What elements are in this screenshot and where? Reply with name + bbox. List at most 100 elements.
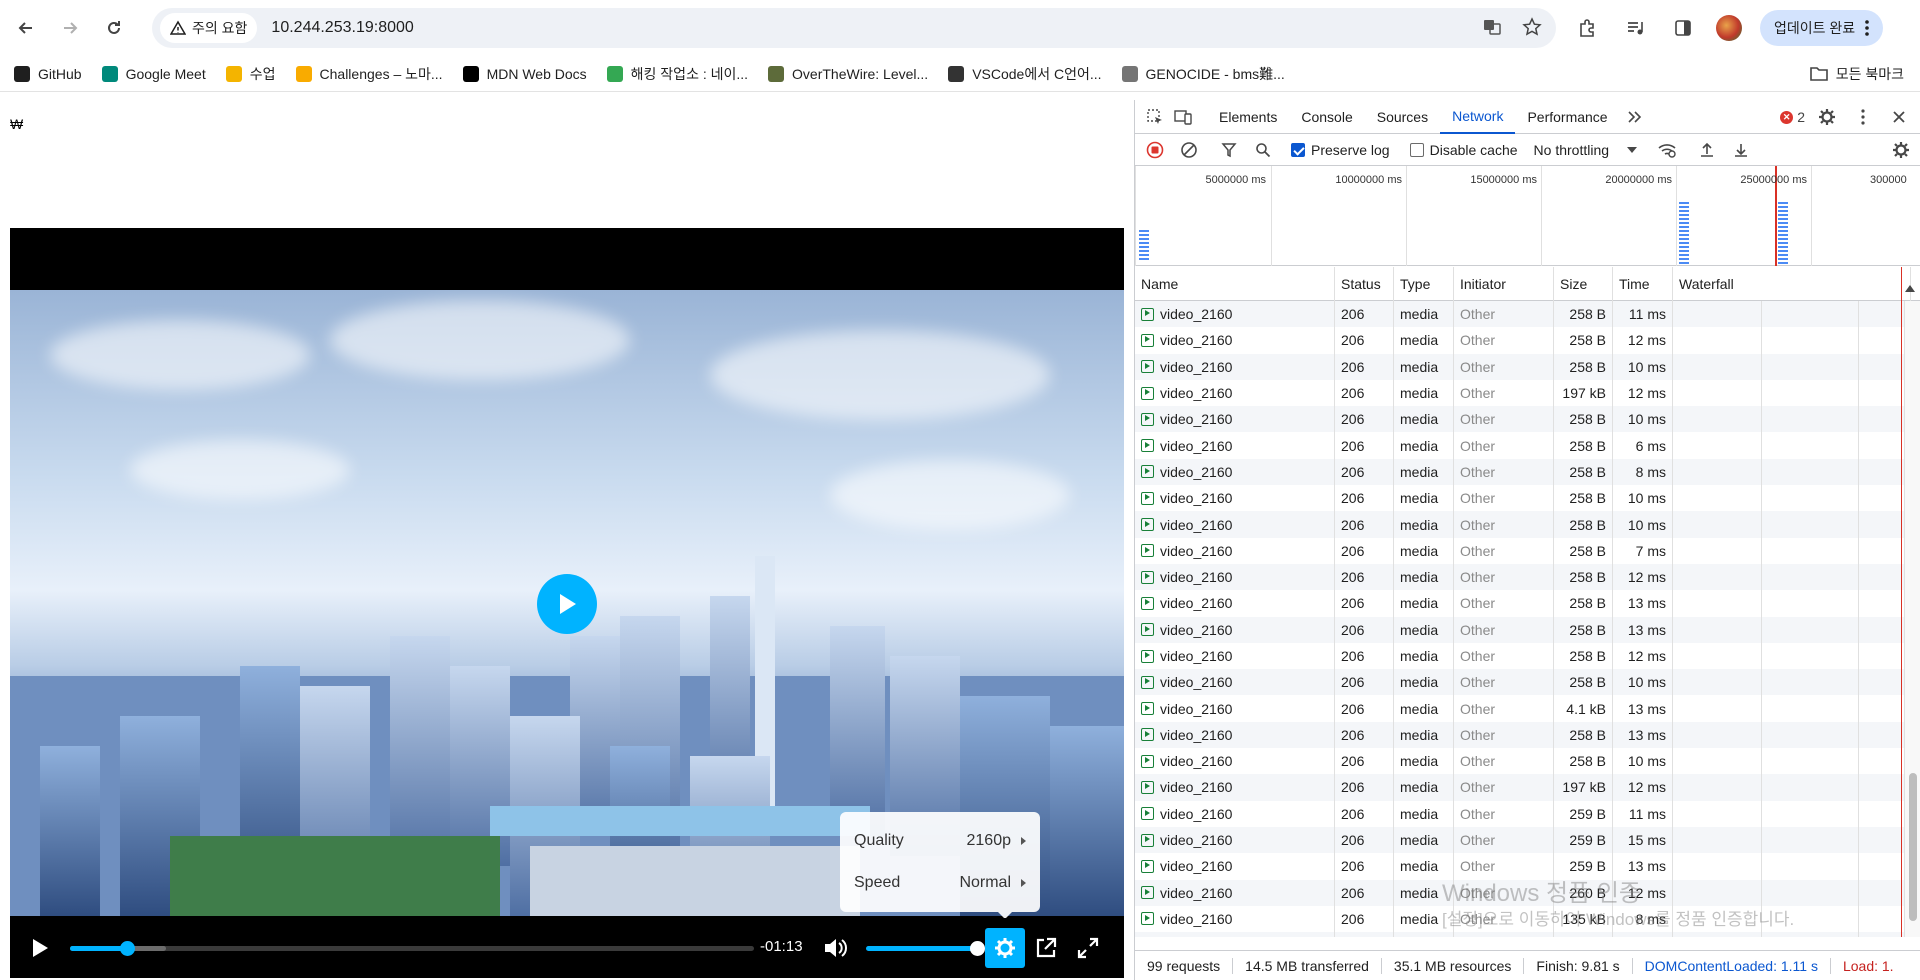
table-row[interactable]: video_2160 206 media Other 258 B 13 ms <box>1135 616 1905 643</box>
settings-button[interactable] <box>985 928 1025 968</box>
table-row[interactable]: video_2160 206 media Other 258 B 10 ms <box>1135 748 1905 775</box>
table-scrollbar[interactable] <box>1905 301 1920 937</box>
extensions-icon[interactable] <box>1572 13 1602 43</box>
big-play-button[interactable] <box>537 574 597 634</box>
bookmark-item[interactable]: 해킹 작업소 : 네이... <box>606 64 748 84</box>
forward-icon[interactable] <box>52 10 88 46</box>
throttling-select[interactable]: No throttling <box>1534 142 1638 158</box>
seek-bar[interactable] <box>70 941 754 956</box>
bookmark-item[interactable]: GENOCIDE - bms難... <box>1121 64 1285 84</box>
bookmark-item[interactable]: VSCode에서 C언어... <box>948 64 1102 84</box>
table-row[interactable]: video_2160 206 media Other 258 B 10 ms <box>1135 511 1905 538</box>
inspect-element-icon[interactable] <box>1141 103 1169 131</box>
table-row[interactable]: video_2160 206 media Other 258 B 10 ms <box>1135 353 1905 380</box>
bookmark-item[interactable]: Challenges – 노마... <box>295 64 443 84</box>
quality-menu-item[interactable]: Quality 2160p <box>854 820 1026 862</box>
table-row[interactable]: video_2160 206 media Other 258 B 6 ms <box>1135 432 1905 459</box>
table-row[interactable]: video_2160 206 media Other 259 B 11 ms <box>1135 800 1905 827</box>
fullscreen-button[interactable] <box>1076 936 1100 960</box>
bookmark-item[interactable]: OverTheWire: Level... <box>768 65 928 82</box>
table-row[interactable]: video_2160 206 media Other 258 B 7 ms <box>1135 537 1905 564</box>
bookmark-item[interactable]: GitHub <box>14 65 82 82</box>
table-row[interactable]: video_2160 206 media Other 258 B 10 ms <box>1135 485 1905 512</box>
table-row[interactable]: video_2160 206 media Other 258 B 8 ms <box>1135 458 1905 486</box>
tab-network[interactable]: Network <box>1440 100 1516 134</box>
close-devtools-icon[interactable] <box>1885 103 1913 131</box>
table-row[interactable]: video_2160 206 media Other 258 B 13 ms <box>1135 721 1905 749</box>
page-content: ₩ Quality 2160p Speed Normal -01:13 <box>0 92 1134 980</box>
column-header-type[interactable]: Type <box>1394 267 1454 301</box>
column-header-initiator[interactable]: Initiator <box>1454 267 1554 301</box>
column-header-size[interactable]: Size <box>1554 267 1613 301</box>
error-counter[interactable]: ✕ 2 <box>1780 109 1805 125</box>
disable-cache-checkbox[interactable]: Disable cache <box>1409 142 1518 158</box>
export-har-icon[interactable] <box>1727 136 1755 164</box>
clear-icon[interactable] <box>1175 136 1203 164</box>
sort-arrow-icon[interactable] <box>1905 279 1915 295</box>
tab-performance[interactable]: Performance <box>1515 100 1619 134</box>
reload-icon[interactable] <box>96 10 132 46</box>
column-header-time[interactable]: Time <box>1613 267 1673 301</box>
side-panel-icon[interactable] <box>1668 13 1698 43</box>
cell-name-text: video_2160 <box>1160 884 1233 901</box>
back-icon[interactable] <box>8 10 44 46</box>
network-conditions-icon[interactable] <box>1653 136 1681 164</box>
table-row[interactable]: video_2160 206 media Other 258 B 12 ms <box>1135 642 1905 670</box>
all-bookmarks-button[interactable]: 모든 북마크 <box>1809 56 1904 92</box>
scroll-thumb[interactable] <box>1909 773 1917 921</box>
volume-slider[interactable] <box>866 941 985 956</box>
table-row[interactable]: video_2160 206 media Other 259 B 15 ms <box>1135 826 1905 854</box>
security-chip[interactable]: 주의 요함 <box>160 13 258 43</box>
filter-icon[interactable] <box>1215 136 1243 164</box>
table-row[interactable]: video_2160 206 media Other 258 B 12 ms <box>1135 563 1905 591</box>
tab-console[interactable]: Console <box>1289 100 1364 134</box>
volume-handle[interactable] <box>970 941 985 956</box>
record-stop-icon[interactable] <box>1141 136 1169 164</box>
preserve-log-checkbox[interactable]: Preserve log <box>1291 142 1390 158</box>
table-row[interactable]: video_2160 206 media Other 258 B 10 ms <box>1135 406 1905 433</box>
bookmark-item[interactable]: Google Meet <box>101 65 206 82</box>
cell-type-text: media <box>1400 674 1439 691</box>
tab-sources[interactable]: Sources <box>1365 100 1440 134</box>
search-icon[interactable] <box>1249 136 1277 164</box>
bookmark-item[interactable]: MDN Web Docs <box>462 65 587 82</box>
network-settings-icon[interactable] <box>1887 136 1915 164</box>
mute-button[interactable] <box>822 936 848 960</box>
url-text[interactable]: 10.244.253.19:8000 <box>271 19 413 37</box>
translate-icon[interactable] <box>1482 17 1502 40</box>
cell-name-text: video_2160 <box>1160 306 1233 323</box>
bookmark-item[interactable]: 수업 <box>225 64 276 84</box>
table-row[interactable]: video_2160 206 media Other 197 kB 12 ms <box>1135 774 1905 801</box>
column-header-name[interactable]: Name <box>1135 267 1335 301</box>
cell-status-text: 206 <box>1341 411 1365 428</box>
seek-handle[interactable] <box>119 941 135 956</box>
device-toolbar-icon[interactable] <box>1169 103 1197 131</box>
table-row[interactable]: video_2160 206 media Other 197 kB 12 ms <box>1135 379 1905 407</box>
profile-avatar[interactable] <box>1716 15 1742 41</box>
speed-menu-item[interactable]: Speed Normal <box>854 862 1026 904</box>
table-row[interactable]: video_2160206mediaOther260 B11 ms <box>1135 932 1905 937</box>
table-row[interactable]: video_2160 206 media Other 258 B 11 ms <box>1135 301 1905 328</box>
column-header-waterfall[interactable]: Waterfall <box>1673 267 1911 301</box>
cell-initiator-text: Other <box>1460 516 1496 533</box>
play-button[interactable] <box>28 936 52 960</box>
popout-button[interactable] <box>1034 936 1058 960</box>
cell-waterfall <box>1673 301 1905 328</box>
devtools-menu-icon[interactable] <box>1849 103 1877 131</box>
more-tabs-icon[interactable] <box>1620 103 1648 131</box>
network-overview[interactable]: 5000000 ms 10000000 ms 15000000 ms 20000000… <box>1135 166 1920 266</box>
table-row[interactable]: video_2160 206 media Other 4.1 kB 13 ms <box>1135 695 1905 722</box>
video-player[interactable]: Quality 2160p Speed Normal -01:13 <box>10 228 1124 978</box>
tab-elements[interactable]: Elements <box>1207 100 1289 134</box>
media-control-icon[interactable] <box>1620 13 1650 43</box>
table-row[interactable]: video_2160 206 media Other 258 B 12 ms <box>1135 327 1905 354</box>
table-row[interactable]: video_2160 206 media Other 258 B 13 ms <box>1135 590 1905 617</box>
address-bar[interactable]: 주의 요함 10.244.253.19:8000 <box>152 8 1556 48</box>
bookmark-star-icon[interactable] <box>1522 16 1542 40</box>
column-header-status[interactable]: Status <box>1335 267 1394 301</box>
update-button[interactable]: 업데이트 완료 <box>1760 10 1884 46</box>
import-har-icon[interactable] <box>1693 136 1721 164</box>
table-row[interactable]: video_2160 206 media Other 258 B 10 ms <box>1135 669 1905 696</box>
media-file-icon <box>1141 596 1154 610</box>
devtools-settings-icon[interactable] <box>1813 103 1841 131</box>
